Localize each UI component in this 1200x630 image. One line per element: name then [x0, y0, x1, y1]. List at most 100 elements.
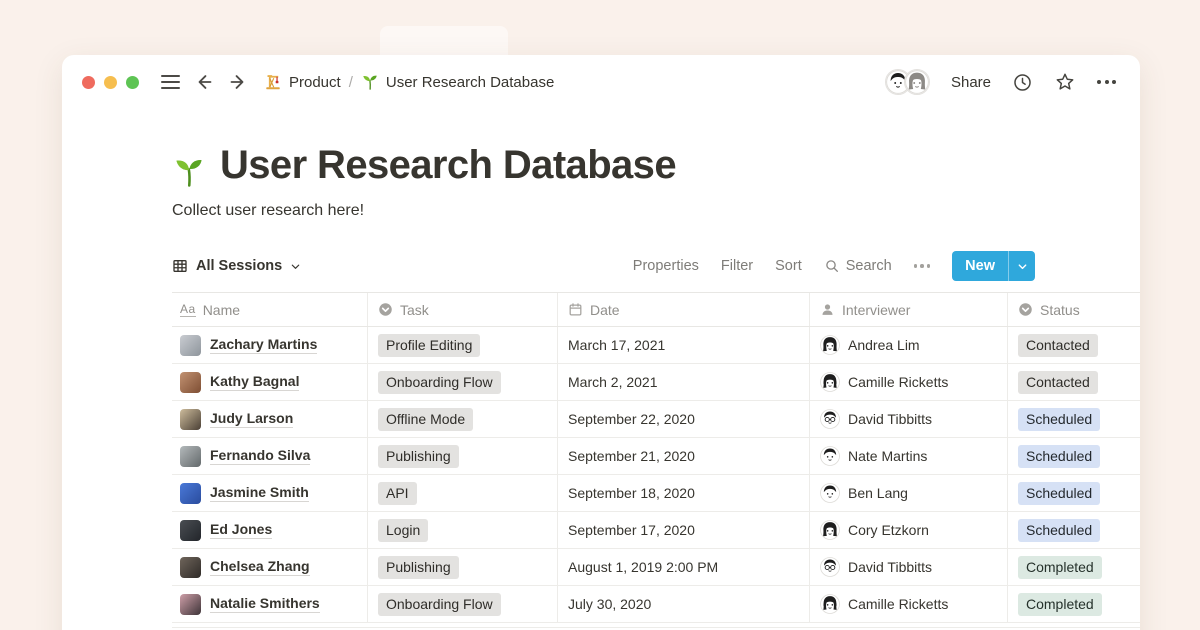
session-name-link[interactable]: Jasmine Smith [210, 484, 309, 502]
collaborator-avatars[interactable] [885, 69, 930, 95]
session-name-link[interactable]: Fernando Silva [210, 447, 310, 465]
interviewer-avatar [820, 594, 840, 614]
session-name-link[interactable]: Ed Jones [210, 521, 272, 539]
table-row[interactable]: Ed Jones Login September 17, 2020 Cory E… [172, 512, 1140, 549]
task-tag: Login [378, 519, 428, 542]
breadcrumb-item-product[interactable]: Product [264, 73, 341, 91]
filter-button[interactable]: Filter [721, 258, 753, 274]
avatar [180, 409, 201, 430]
breadcrumb-separator: / [349, 74, 353, 91]
interviewer-avatar [820, 557, 840, 577]
interviewer-avatar [820, 483, 840, 503]
sort-button[interactable]: Sort [775, 258, 802, 274]
column-header-interviewer[interactable]: Interviewer [809, 293, 1007, 326]
date-cell: March 17, 2021 [557, 327, 809, 363]
status-badge: Scheduled [1018, 408, 1100, 431]
session-name-link[interactable]: Judy Larson [210, 410, 293, 428]
close-button[interactable] [82, 76, 95, 89]
column-header-label: Status [1040, 302, 1080, 318]
status-badge: Scheduled [1018, 445, 1100, 468]
avatar [180, 520, 201, 541]
breadcrumb: Product / User Research Database [264, 73, 554, 91]
column-header-label: Date [590, 302, 620, 318]
new-button[interactable]: New [952, 251, 1035, 281]
search-button[interactable]: Search [824, 258, 892, 274]
table-view-icon [172, 258, 188, 274]
toolbar-more-icon[interactable] [914, 264, 931, 268]
status-badge: Contacted [1018, 334, 1098, 357]
seedling-icon [361, 73, 379, 91]
session-name-link[interactable]: Natalie Smithers [210, 595, 320, 613]
interviewer-name: Ben Lang [848, 485, 908, 501]
updates-clock-icon[interactable] [1012, 72, 1033, 93]
avatar [180, 372, 201, 393]
session-name-link[interactable]: Kathy Bagnal [210, 373, 299, 391]
traffic-lights [82, 76, 139, 89]
date-cell: September 22, 2020 [557, 401, 809, 437]
date-cell: March 2, 2021 [557, 364, 809, 400]
column-header-name[interactable]: AaName [172, 293, 367, 326]
task-tag: Publishing [378, 445, 459, 468]
minimize-button[interactable] [104, 76, 117, 89]
properties-button[interactable]: Properties [633, 258, 699, 274]
window-titlebar: Product / User Research Database Share [62, 55, 1140, 109]
date-cell: September 21, 2020 [557, 438, 809, 474]
interviewer-avatar [820, 335, 840, 355]
table-row[interactable]: Zachary Martins Profile Editing March 17… [172, 327, 1140, 364]
share-button[interactable]: Share [951, 74, 991, 91]
new-button-label[interactable]: New [952, 251, 1008, 281]
breadcrumb-item-page[interactable]: User Research Database [361, 73, 554, 91]
interviewer-avatar [820, 520, 840, 540]
table-header-row: AaName Task Date Interviewer Status [172, 292, 1140, 327]
table-row[interactable]: Jasmine Smith API September 18, 2020 Ben… [172, 475, 1140, 512]
new-dropdown-chevron-icon[interactable] [1008, 251, 1035, 281]
column-header-date[interactable]: Date [557, 293, 809, 326]
date-cell: September 17, 2020 [557, 512, 809, 548]
seedling-icon [172, 155, 206, 189]
date-cell: July 30, 2020 [557, 586, 809, 622]
avatar [180, 446, 201, 467]
column-header-status[interactable]: Status [1007, 293, 1140, 326]
person-icon [820, 302, 835, 317]
status-badge: Scheduled [1018, 482, 1100, 505]
column-header-label: Task [400, 302, 429, 318]
task-tag: Publishing [378, 556, 459, 579]
session-name-link[interactable]: Chelsea Zhang [210, 558, 310, 576]
back-arrow-icon[interactable] [194, 71, 216, 93]
table-row[interactable]: Kathy Bagnal Onboarding Flow March 2, 20… [172, 364, 1140, 401]
more-options-icon[interactable] [1097, 80, 1116, 84]
avatar [180, 335, 201, 356]
table-row[interactable]: Fernando Silva Publishing September 21, … [172, 438, 1140, 475]
column-header-task[interactable]: Task [367, 293, 557, 326]
table-row[interactable]: Judy Larson Offline Mode September 22, 2… [172, 401, 1140, 438]
interviewer-name: Andrea Lim [848, 337, 920, 353]
favorite-star-icon[interactable] [1054, 71, 1076, 93]
view-switcher[interactable]: All Sessions [172, 258, 301, 274]
date-cell: September 18, 2020 [557, 475, 809, 511]
app-window: Product / User Research Database Share [62, 55, 1140, 630]
column-header-label: Interviewer [842, 302, 910, 318]
avatar [180, 594, 201, 615]
interviewer-avatar [820, 372, 840, 392]
interviewer-name: David Tibbitts [848, 411, 932, 427]
task-tag: Onboarding Flow [378, 593, 501, 616]
construction-icon [264, 73, 282, 91]
table-row[interactable]: Natalie Smithers Onboarding Flow July 30… [172, 586, 1140, 623]
text-icon: Aa [180, 303, 196, 317]
select-icon [1018, 302, 1033, 317]
select-icon [378, 302, 393, 317]
interviewer-name: Camille Ricketts [848, 374, 948, 390]
collaborator-avatar [904, 69, 930, 95]
date-cell: August 1, 2019 2:00 PM [557, 549, 809, 585]
status-badge: Completed [1018, 593, 1102, 616]
menu-icon[interactable] [161, 72, 180, 93]
forward-arrow-icon[interactable] [226, 71, 248, 93]
status-badge: Completed [1018, 556, 1102, 579]
date-icon [568, 302, 583, 317]
page-description: Collect user research here! [172, 201, 1140, 220]
task-tag: Onboarding Flow [378, 371, 501, 394]
session-name-link[interactable]: Zachary Martins [210, 336, 317, 354]
zoom-button[interactable] [126, 76, 139, 89]
interviewer-name: Cory Etzkorn [848, 522, 929, 538]
table-row[interactable]: Chelsea Zhang Publishing August 1, 2019 … [172, 549, 1140, 586]
